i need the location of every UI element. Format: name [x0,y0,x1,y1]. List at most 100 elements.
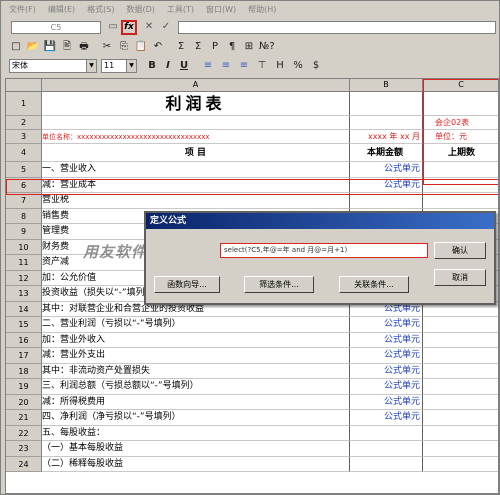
chevron-down-icon[interactable]: ▼ [126,60,136,72]
cell-c[interactable] [423,457,498,472]
cell-a[interactable]: （二）稀释每股收益 [42,456,350,472]
cell-a[interactable]: 单位名称：xxxxxxxxxxxxxxxxxxxxxxxxxxxxxxxx [42,130,350,144]
menu-item[interactable]: 工具(T) [161,3,200,17]
row-header[interactable]: 15 [6,317,42,333]
column-header-c[interactable]: C [423,79,498,92]
toolbar-button-icon[interactable]: 🖶 [77,40,91,54]
row-header[interactable]: 10 [6,239,42,255]
cell-a[interactable]: 其中：非流动资产处置损失 [42,363,350,379]
cell-a[interactable]: 项 目 [42,144,350,162]
toolbar-button-icon[interactable]: 📋 [134,40,148,54]
format-button-icon[interactable]: % [291,59,305,73]
row-header[interactable]: 1 [6,92,42,116]
cell-c[interactable] [423,162,498,178]
cell-a[interactable]: 五、每股收益： [42,425,350,441]
row-header[interactable]: 7 [6,193,42,209]
menu-item[interactable]: 编辑(E) [42,3,81,17]
cell-b[interactable]: 公式单元 [350,332,423,348]
row-header[interactable]: 18 [6,363,42,379]
cell-b[interactable]: 公式单元 [350,363,423,379]
cell-a[interactable]: 利润表 [42,92,350,116]
cell-c[interactable] [423,395,498,410]
toolbar-button-icon[interactable]: ↶ [151,40,165,54]
filter-condition-button[interactable]: 筛选条件... [244,276,314,293]
cell-b[interactable]: 本期金额 [350,144,423,162]
italic-button[interactable]: I [161,59,175,73]
row-header[interactable]: 13 [6,286,42,302]
cell-a[interactable]: 三、利润总额（亏损总额以“-”号填列） [42,379,350,395]
toolbar-button-icon[interactable]: ¶ [225,40,239,54]
cell-c[interactable] [423,178,498,193]
toolbar-button-icon[interactable]: ⎘ [117,40,131,54]
menu-item[interactable]: 数据(D) [120,3,160,17]
cell-c[interactable] [423,364,498,379]
cell-c[interactable] [423,193,498,209]
cell-c[interactable] [423,426,498,441]
cell-a[interactable]: 四、净利润（净亏损以“-”号填列） [42,410,350,426]
toolbar-button-icon[interactable]: Σ [174,40,188,54]
cell-a[interactable]: 二、营业利润（亏损以“-”号填列） [42,317,350,333]
cell-a[interactable]: 营业税 [42,193,350,209]
row-header[interactable]: 19 [6,379,42,395]
cell-a[interactable]: 减：所得税费用 [42,394,350,410]
toolbar-button-icon[interactable]: P [208,40,222,54]
cell-c[interactable] [423,317,498,333]
relation-condition-button[interactable]: 关联条件... [339,276,409,293]
cell-c[interactable] [423,410,498,426]
cell-c[interactable] [423,441,498,457]
toolbar-button-icon[interactable]: Σ [191,40,205,54]
cell-a[interactable]: 加：营业外收入 [42,332,350,348]
cell-a[interactable]: 减：营业外支出 [42,348,350,364]
toolbar-button-icon[interactable]: □ [9,40,23,54]
row-header[interactable]: 4 [6,144,42,162]
cell-c[interactable] [423,333,498,348]
cell-c[interactable]: 会企02表 [423,116,498,130]
bold-button[interactable]: B [145,59,159,73]
row-header[interactable]: 17 [6,348,42,364]
toolbar-button-icon[interactable]: 🖹 [60,40,74,54]
row-header[interactable]: 16 [6,332,42,348]
cell-b[interactable]: 公式单元 [350,162,423,178]
cell-b[interactable] [350,116,423,130]
row-header[interactable]: 12 [6,270,42,286]
cell-c[interactable] [423,92,498,116]
column-header-a[interactable]: A [42,79,350,92]
cell-c[interactable] [423,348,498,364]
cell-b[interactable]: 公式单元 [350,177,423,193]
toolbar-button-icon[interactable]: 📂 [26,40,40,54]
cell-a[interactable] [42,116,350,130]
row-header[interactable]: 24 [6,456,42,472]
column-header-b[interactable]: B [350,79,423,92]
row-header[interactable]: 3 [6,130,42,144]
cell-a[interactable]: （一）基本每股收益 [42,441,350,457]
format-button-icon[interactable]: ≡ [237,59,251,73]
toolbar-button-icon[interactable]: ⊞ [242,40,256,54]
cell-b[interactable]: 公式单元 [350,410,423,426]
row-header[interactable]: 6 [6,177,42,193]
cell-b[interactable] [350,425,423,441]
select-all-corner[interactable] [6,79,42,92]
format-button-icon[interactable]: ≡ [201,59,215,73]
row-header[interactable]: 14 [6,301,42,317]
toolbar-button-icon[interactable]: №? [259,40,275,54]
cell-c[interactable]: 上期数 [423,144,498,162]
formula-expression-input[interactable]: select(?C5,年@=年 and 月@=月+1) [220,243,428,258]
menu-item[interactable]: 窗口(W) [200,3,242,17]
cell-c[interactable] [423,379,498,395]
toolbar-button-icon[interactable]: ✂ [100,40,114,54]
formula-input[interactable] [178,21,496,34]
toolbar-button-icon[interactable]: 💾 [43,40,57,54]
cell-a[interactable]: 减：营业成本 [42,177,350,193]
cell-reference-box[interactable]: C5 [11,21,101,34]
cell-b[interactable] [350,456,423,472]
font-select[interactable]: 宋体 ▼ [9,59,97,73]
accept-icon[interactable]: ✓ [158,20,174,35]
cancel-button[interactable]: 取消 [434,269,486,286]
confirm-button[interactable]: 确认 [434,242,486,259]
row-header[interactable]: 8 [6,208,42,224]
cell-b[interactable]: 公式单元 [350,317,423,333]
format-button-icon[interactable]: H [273,59,287,73]
name-box-icon[interactable]: ▭ [105,20,121,35]
cell-b[interactable]: 公式单元 [350,394,423,410]
cell-b[interactable] [350,92,423,116]
